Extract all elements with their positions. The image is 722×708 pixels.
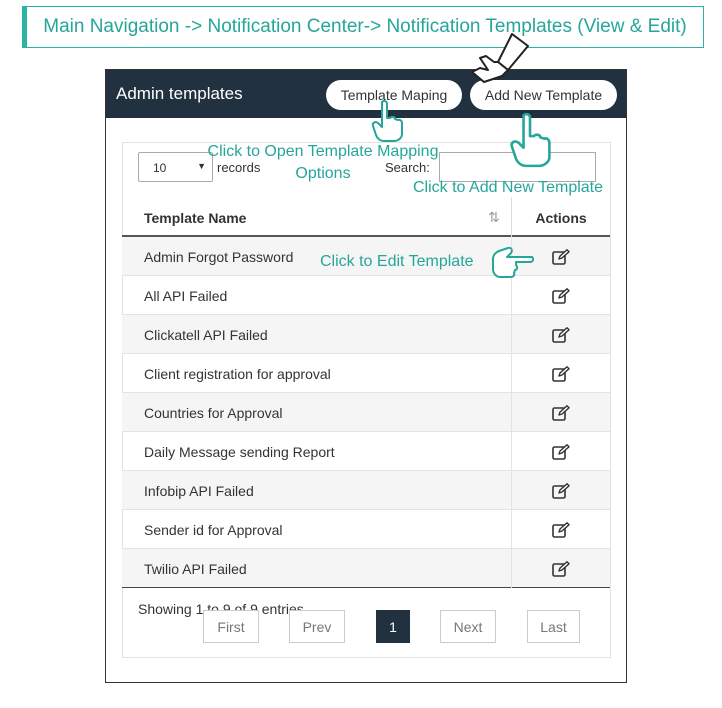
hand-pointer-icon [371,100,403,142]
template-name-cell: Clickatell API Failed [144,327,268,343]
template-name-cell: Sender id for Approval [144,522,283,538]
template-name-cell: Client registration for approval [144,366,331,382]
hand-pointer-icon [492,247,534,278]
template-name-cell: Daily Message sending Report [144,444,335,460]
edit-icon[interactable] [511,393,610,432]
template-name-cell: Countries for Approval [144,405,283,421]
template-name-cell: Admin Forgot Password [144,249,294,265]
pagination-prev[interactable]: Prev [289,610,345,643]
length-value: 10 [153,161,167,175]
table-row: Sender id for Approval [122,510,610,549]
edit-icon[interactable] [511,432,610,471]
column-header-template-name[interactable]: Template Name [144,210,246,226]
table-row: Client registration for approval [122,354,610,393]
table-row: All API Failed [122,276,610,315]
table-body: Admin Forgot Password All API Failed Click… [122,237,610,588]
edit-icon[interactable] [511,471,610,510]
table-header: Template Name ⇅ Actions [122,197,610,237]
pagination-next[interactable]: Next [440,610,496,643]
edit-icon[interactable] [511,315,610,354]
pagination-first[interactable]: First [203,610,259,643]
edit-icon[interactable] [511,549,610,588]
hand-pointer-icon [510,112,551,168]
panel-header: Admin templates Template Maping Add New … [106,70,626,118]
table-row: Twilio API Failed [122,549,610,588]
edit-icon[interactable] [511,276,610,315]
annotation-edit: Click to Edit Template [320,253,474,270]
table-row: Infobip API Failed [122,471,610,510]
template-name-cell: Infobip API Failed [144,483,254,499]
pagination-page-1[interactable]: 1 [376,610,410,643]
edit-icon[interactable] [511,510,610,549]
column-header-actions: Actions [511,197,610,237]
breadcrumb: Main Navigation -> Notification Center->… [22,6,704,48]
panel-title: Admin templates [116,84,243,103]
table-row: Daily Message sending Report [122,432,610,471]
table-row: Countries for Approval [122,393,610,432]
annotation-add: Click to Add New Template [413,179,604,196]
table-row: Clickatell API Failed [122,315,610,354]
pagination-last[interactable]: Last [527,610,580,643]
breadcrumb-text: Main Navigation -> Notification Center->… [43,16,687,37]
template-name-cell: All API Failed [144,288,228,304]
sort-icon[interactable]: ⇅ [488,209,500,226]
template-name-cell: Twilio API Failed [144,561,247,577]
hand-pointer-icon [471,33,529,83]
edit-icon[interactable] [511,354,610,393]
